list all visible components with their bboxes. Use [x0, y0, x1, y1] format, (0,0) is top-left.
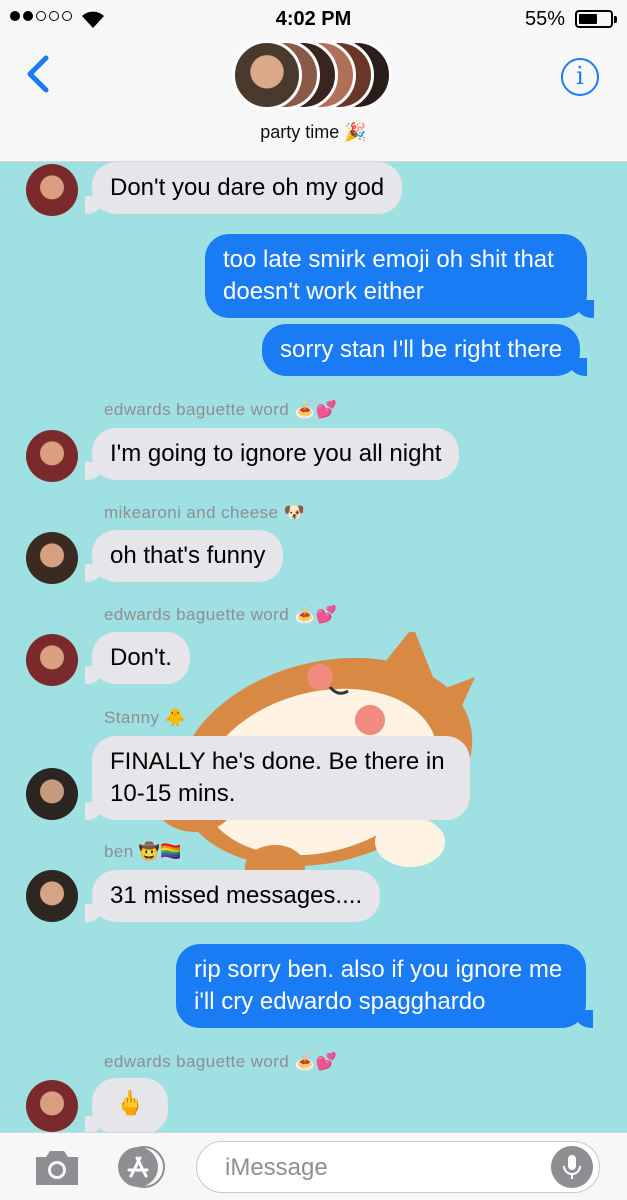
- sender-name: edwards baguette word 🍝💕: [104, 605, 338, 624]
- group-avatar: [232, 40, 302, 110]
- chevron-left-icon[interactable]: [22, 54, 54, 94]
- avatar[interactable]: [26, 870, 78, 922]
- avatar[interactable]: [26, 164, 78, 216]
- battery-icon: [575, 10, 617, 28]
- composer-bar: iMessage: [0, 1132, 627, 1200]
- battery-percent: 55%: [524, 8, 565, 30]
- message-bubble[interactable]: FINALLY he's done. Be there in 10-15 min…: [85, 736, 470, 820]
- message-input[interactable]: iMessage: [196, 1141, 600, 1193]
- conversation-header: party time 🎉 i: [0, 38, 627, 162]
- info-icon[interactable]: i: [561, 58, 599, 96]
- microphone-icon[interactable]: [551, 1146, 593, 1188]
- message-bubble[interactable]: Don't you dare oh my god: [84, 162, 403, 214]
- avatar[interactable]: [26, 634, 78, 686]
- app-store-icon[interactable]: [114, 1145, 170, 1189]
- message-bubble[interactable]: I'm going to ignore you all night: [84, 428, 460, 480]
- message-bubble[interactable]: 🖕: [85, 1078, 168, 1132]
- sender-name: edwards baguette word 🍝💕: [104, 400, 338, 419]
- sender-name: edwards baguette word 🍝💕: [104, 1052, 338, 1071]
- message-bubble[interactable]: sorry stan I'll be right there: [262, 324, 588, 376]
- avatar[interactable]: [26, 768, 78, 820]
- group-name[interactable]: party time 🎉: [0, 122, 627, 143]
- avatar[interactable]: [26, 532, 78, 584]
- message-bubble[interactable]: oh that's funny: [84, 530, 284, 582]
- sender-name: ben 🤠🏳️‍🌈: [104, 842, 182, 861]
- camera-icon[interactable]: [32, 1147, 82, 1189]
- message-list[interactable]: Don't you dare oh my god too late smirk …: [0, 162, 627, 1132]
- message-input-placeholder: iMessage: [225, 1154, 328, 1181]
- message-bubble[interactable]: 31 missed messages....: [84, 870, 381, 922]
- sender-name: Stanny 🐥: [104, 708, 187, 727]
- sender-name: mikearoni and cheese 🐶: [104, 503, 306, 522]
- group-avatar-stack[interactable]: [232, 38, 397, 114]
- message-bubble[interactable]: too late smirk emoji oh shit that doesn'…: [205, 234, 594, 318]
- avatar[interactable]: [26, 1080, 78, 1132]
- status-bar: 4:02 PM 55%: [0, 0, 627, 38]
- avatar[interactable]: [26, 430, 78, 482]
- message-bubble[interactable]: Don't.: [85, 632, 190, 684]
- message-bubble[interactable]: rip sorry ben. also if you ignore me i'l…: [176, 944, 593, 1028]
